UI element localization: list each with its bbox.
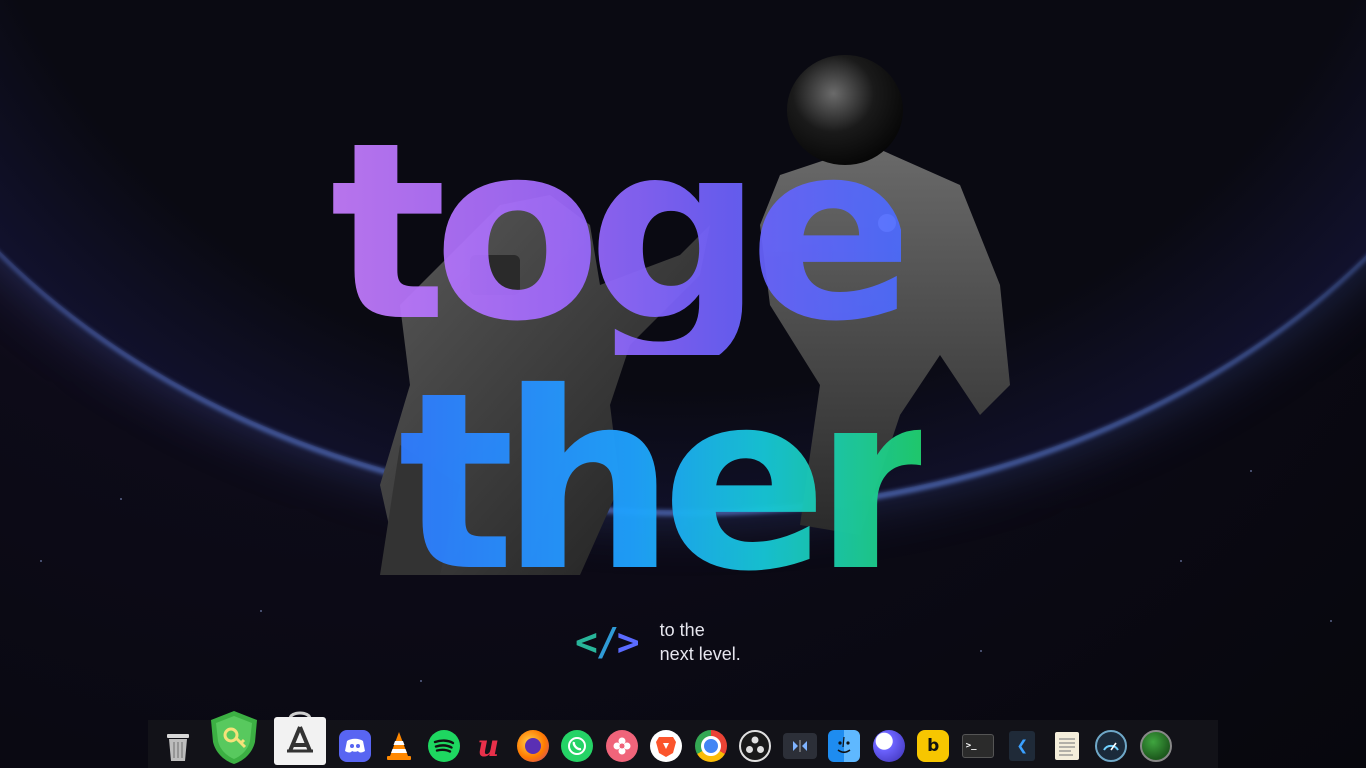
notepad-icon xyxy=(1054,732,1079,760)
gauge-icon xyxy=(1095,730,1128,762)
code-editor-icon: ❮ xyxy=(1009,731,1036,761)
dock-item-obs[interactable] xyxy=(733,724,778,768)
vlc-cone-icon xyxy=(387,732,412,760)
tagline-text: to the next level. xyxy=(660,618,741,666)
flower-icon xyxy=(605,730,638,762)
moon-icon xyxy=(872,730,905,762)
firefox-icon xyxy=(516,730,549,762)
dock-item-speed-test[interactable] xyxy=(1089,724,1134,768)
dock-item-text-editor[interactable] xyxy=(1045,724,1090,768)
dock-item-trash[interactable] xyxy=(156,724,201,768)
hex-b-icon: b xyxy=(917,730,950,762)
dock-item-app-store[interactable] xyxy=(267,706,333,768)
desktop-wallpaper: toge ther </> to the next level. xyxy=(0,0,1366,768)
obs-icon xyxy=(739,730,772,762)
discord-icon xyxy=(338,730,371,762)
tagline-line-1: to the xyxy=(659,620,705,640)
app-store-bag-icon xyxy=(273,711,326,765)
dock-item-moon-app[interactable] xyxy=(867,724,912,768)
dock-item-whatsapp[interactable] xyxy=(555,724,600,768)
dock-item-vs-code[interactable]: ❮ xyxy=(1000,724,1045,768)
dock-item-password-safe[interactable] xyxy=(201,706,267,768)
dock-item-files[interactable] xyxy=(822,724,867,768)
dock: u b >_ ❮ xyxy=(148,711,1218,768)
dock-item-spotify[interactable] xyxy=(422,724,467,768)
trash-icon xyxy=(167,734,190,761)
wallpaper-tagline: </> to the next level. xyxy=(575,618,741,666)
dock-item-discord[interactable] xyxy=(333,724,378,768)
dock-item-bitcoin-wallet[interactable]: b xyxy=(911,724,956,768)
tagline-line-2: next level. xyxy=(659,644,741,664)
shield-key-icon xyxy=(210,711,257,764)
script-u-icon: u xyxy=(477,728,500,764)
code-brackets-icon: </> xyxy=(575,620,640,664)
wallpaper-headline-bottom: ther xyxy=(398,340,935,625)
finder-face-icon xyxy=(828,730,861,762)
dock-item-flower-app[interactable] xyxy=(600,724,645,768)
film-editor-icon xyxy=(782,733,817,759)
dock-item-terminal[interactable]: >_ xyxy=(956,724,1001,768)
dock-item-chrome[interactable] xyxy=(689,724,734,768)
spotify-icon xyxy=(427,730,460,762)
dock-item-unity[interactable]: u xyxy=(466,724,511,768)
chrome-icon xyxy=(694,730,727,762)
dock-item-video-editor[interactable] xyxy=(778,724,823,768)
terminal-icon: >_ xyxy=(961,734,994,758)
green-orb-icon xyxy=(1139,730,1172,762)
dock-item-firefox[interactable] xyxy=(511,724,556,768)
wallpaper-headline-top: toge xyxy=(330,90,915,375)
whatsapp-icon xyxy=(561,730,594,762)
dock-item-brave[interactable] xyxy=(644,724,689,768)
dock-item-green-orb[interactable] xyxy=(1134,724,1179,768)
brave-lion-icon xyxy=(650,730,683,762)
dock-item-vlc[interactable] xyxy=(377,724,422,768)
